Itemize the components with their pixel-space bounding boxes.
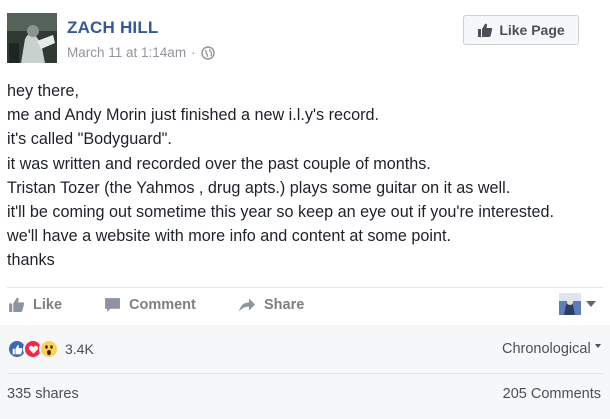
post-timestamp[interactable]: March 11 at 1:14am — [67, 45, 186, 60]
like-page-button[interactable]: Like Page — [463, 15, 579, 45]
post-header: ZACH HILL March 11 at 1:14am · Like Page — [0, 0, 610, 72]
post-text-line: hey there, — [7, 82, 79, 100]
comment-order-dropdown[interactable]: Chronological — [502, 341, 601, 357]
profile-thumbnail — [559, 293, 581, 315]
post-meta: March 11 at 1:14am · — [67, 45, 215, 60]
comment-button-label: Comment — [129, 296, 196, 313]
reactions-summary[interactable]: 3.4K — [7, 339, 94, 359]
post-text: hey there, me and Andy Morin just finish… — [7, 79, 603, 273]
share-button-label: Share — [264, 296, 305, 313]
reaction-count: 3.4K — [65, 341, 94, 357]
chevron-down-icon — [594, 344, 601, 348]
post-text-line: it was written and recorded over the pas… — [7, 154, 431, 173]
share-button[interactable]: Share — [238, 296, 304, 313]
comment-order-label: Chronological — [502, 341, 591, 357]
comment-button[interactable]: Comment — [104, 296, 196, 313]
comment-count-link[interactable]: 205 Comments — [503, 386, 601, 402]
like-button-label: Like — [33, 296, 63, 313]
like-button[interactable]: Like — [8, 296, 62, 313]
globe-icon[interactable] — [200, 45, 215, 60]
post-text-line: it's called "Bodyguard". — [7, 130, 172, 149]
share-count-link[interactable]: 335 shares — [7, 386, 79, 402]
thumbs-up-icon — [478, 23, 493, 37]
thumbs-up-icon — [9, 297, 25, 312]
post-text-line: we'll have a website with more info and … — [7, 227, 451, 246]
post-text-line: me and Andy Morin just finished a new i.… — [7, 106, 379, 125]
action-bar: Like Comment Share — [0, 288, 610, 324]
meta-separator: · — [191, 45, 196, 60]
page-name-link[interactable]: ZACH HILL — [67, 18, 159, 38]
chevron-down-icon — [586, 301, 596, 307]
post-text-line: it'll be coming out sometime this year s… — [7, 203, 554, 222]
wow-reaction-icon — [39, 339, 59, 359]
page-avatar[interactable] — [7, 13, 57, 63]
post-text-line: Tristan Tozer (the Yahmos , drug apts.) … — [7, 178, 511, 197]
post-as-selector[interactable] — [559, 293, 596, 315]
post-text-line: thanks — [7, 251, 55, 270]
like-page-label: Like Page — [499, 22, 565, 38]
divider — [7, 373, 603, 374]
comment-icon — [105, 298, 120, 312]
share-icon — [239, 298, 255, 312]
